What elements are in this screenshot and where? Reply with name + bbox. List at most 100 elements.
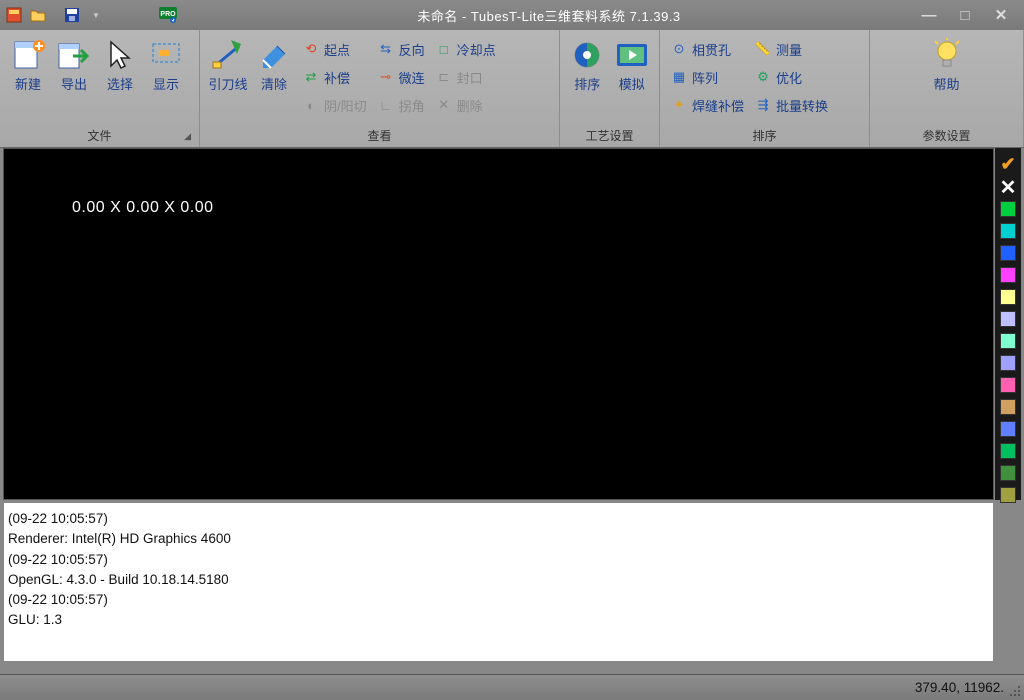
color-swatch[interactable] (1000, 289, 1016, 305)
weldcomp-button[interactable]: ✦焊缝补偿 (666, 94, 748, 116)
pierce-icon: ⊙ (670, 41, 688, 57)
eraser-icon (257, 38, 291, 72)
close-button[interactable]: ✕ (992, 6, 1010, 24)
seal-button[interactable]: ⊏封口 (431, 66, 500, 88)
microjoint-button[interactable]: ⊸微连 (373, 66, 429, 88)
group-process: 排序 模拟 工艺设置 (560, 30, 660, 147)
viewport-3d[interactable]: 0.00 X 0.00 X 0.00 (3, 148, 994, 500)
simulate-icon (615, 38, 649, 72)
clear-label: 清除 (261, 74, 287, 93)
reverse-button[interactable]: ⇆反向 (373, 38, 429, 60)
log-panel[interactable]: (09-22 10:05:57) Renderer: Intel(R) HD Gr… (3, 502, 994, 662)
quick-access-toolbar: ▼ PRO (4, 5, 178, 25)
redo-icon[interactable] (134, 5, 154, 25)
delete-button[interactable]: ✕删除 (431, 94, 500, 116)
color-swatch[interactable] (1000, 333, 1016, 349)
compensate-icon: ⇄ (302, 69, 320, 85)
measure-button[interactable]: 📏测量 (750, 38, 832, 60)
undo-icon[interactable] (110, 5, 130, 25)
color-swatch[interactable] (1000, 267, 1016, 283)
sort-icon (570, 38, 604, 72)
color-swatch[interactable] (1000, 201, 1016, 217)
color-swatch[interactable] (1000, 355, 1016, 371)
display-button[interactable]: 显示 (144, 36, 188, 95)
svg-text:PRO: PRO (160, 11, 176, 18)
app-icon[interactable] (4, 5, 24, 25)
group-params: 帮助 参数设置 (870, 30, 1024, 147)
microjoint-icon: ⊸ (377, 69, 395, 85)
new-button[interactable]: 新建 (6, 36, 50, 95)
save-dropdown-icon[interactable]: ▼ (86, 5, 106, 25)
display-label: 显示 (153, 74, 179, 93)
bulb-icon (930, 38, 964, 72)
color-swatch[interactable] (1000, 443, 1016, 459)
color-swatch[interactable] (1000, 377, 1016, 393)
coldpoint-icon: □ (435, 41, 453, 57)
export-label: 导出 (61, 74, 87, 93)
ruler-icon: 📏 (754, 41, 772, 57)
resize-grip-icon[interactable] (1008, 684, 1022, 698)
clear-button[interactable]: 清除 (252, 36, 296, 95)
group-file-label: 文件 (87, 129, 111, 143)
delete-icon: ✕ (435, 97, 453, 113)
titlebar: ▼ PRO 未命名 - TubesT-Lite三维套料系统 7.1.39.3 —… (0, 0, 1024, 30)
window-title: 未命名 - TubesT-Lite三维套料系统 7.1.39.3 (178, 6, 920, 25)
minimize-button[interactable]: — (920, 6, 938, 24)
open-icon[interactable] (28, 5, 48, 25)
color-swatch[interactable] (1000, 245, 1016, 261)
sort-label: 排序 (574, 74, 600, 93)
log-line: (09-22 10:05:57) (8, 590, 989, 610)
sort-button[interactable]: 排序 (566, 36, 609, 95)
optimize-icon: ⚙ (754, 69, 772, 85)
compensate-button[interactable]: ⇄补偿 (298, 66, 371, 88)
reverse-icon: ⇆ (377, 41, 395, 57)
coldpoint-button[interactable]: □冷却点 (431, 38, 500, 60)
log-line: GLU: 1.3 (8, 610, 989, 630)
save-icon[interactable] (62, 5, 82, 25)
leadline-label: 引刀线 (208, 74, 247, 93)
group-view-label: 查看 (367, 129, 391, 143)
cursor-icon (103, 38, 137, 72)
array-button[interactable]: ▦阵列 (666, 66, 748, 88)
leadline-icon (211, 38, 245, 72)
dialog-launcher-icon[interactable]: ◢ (184, 127, 191, 145)
pro-badge-icon[interactable]: PRO (158, 5, 178, 25)
color-swatch[interactable] (1000, 465, 1016, 481)
new-label: 新建 (15, 74, 41, 93)
corner-button[interactable]: ∟拐角 (373, 94, 429, 116)
start-icon: ⟲ (302, 41, 320, 57)
group-process-label: 工艺设置 (585, 129, 633, 143)
ribbon: 新建 导出 选择 显示 文件◢ 引刀线 清 (0, 30, 1024, 148)
batch-icon: ⇶ (754, 97, 772, 113)
maximize-button[interactable]: □ (956, 6, 974, 24)
group-file: 新建 导出 选择 显示 文件 ◢ (0, 30, 200, 147)
color-swatch[interactable] (1000, 487, 1016, 503)
help-button[interactable]: 帮助 (919, 36, 975, 95)
cancel-icon[interactable]: ✕ (1000, 181, 1017, 195)
optimize-button[interactable]: ⚙优化 (750, 66, 832, 88)
export-icon (57, 38, 91, 72)
seal-icon: ⊏ (435, 69, 453, 85)
export-button[interactable]: 导出 (52, 36, 96, 95)
color-swatch[interactable] (1000, 223, 1016, 239)
select-label: 选择 (107, 74, 133, 93)
status-coords: 379.40, 11962. (915, 680, 1004, 695)
simulate-label: 模拟 (619, 74, 645, 93)
new-file-icon (11, 38, 45, 72)
select-button[interactable]: 选择 (98, 36, 142, 95)
help-label: 帮助 (933, 74, 959, 93)
confirm-icon[interactable]: ✔ (1000, 154, 1015, 175)
status-bar: 379.40, 11962. (0, 674, 1024, 700)
leadline-button[interactable]: 引刀线 (206, 36, 250, 95)
color-swatch[interactable] (1000, 421, 1016, 437)
yinyang-button[interactable]: ◐阴/阳切 (298, 94, 371, 116)
color-swatch[interactable] (1000, 399, 1016, 415)
corner-icon: ∟ (377, 97, 395, 113)
log-line: Renderer: Intel(R) HD Graphics 4600 (8, 529, 989, 549)
color-swatch[interactable] (1000, 311, 1016, 327)
pierce-button[interactable]: ⊙相贯孔 (666, 38, 748, 60)
start-button[interactable]: ⟲起点 (298, 38, 371, 60)
batchconv-button[interactable]: ⇶批量转换 (750, 94, 832, 116)
log-line: OpenGL: 4.3.0 - Build 10.18.14.5180 (8, 570, 989, 590)
simulate-button[interactable]: 模拟 (611, 36, 654, 95)
